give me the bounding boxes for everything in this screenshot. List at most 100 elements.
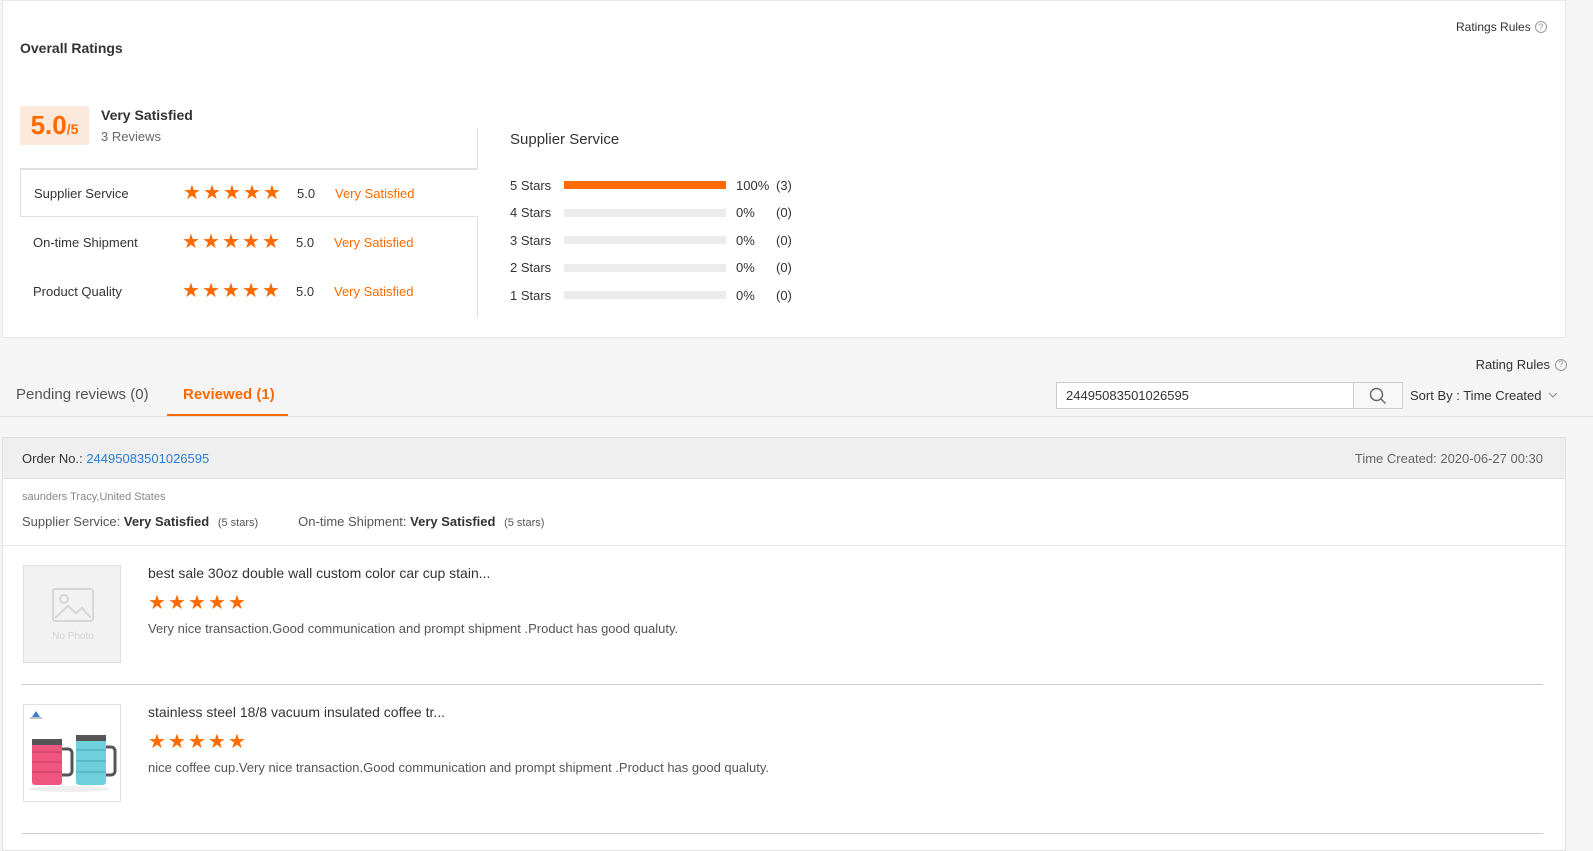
star-icon: ★ <box>188 731 206 753</box>
tab-reviewed[interactable]: Reviewed (1) <box>183 386 275 416</box>
star-icon: ★ <box>148 731 166 753</box>
overall-score-badge: 5.0 /5 <box>20 106 89 145</box>
sort-dropdown[interactable]: Sort By : Time Created <box>1410 388 1558 403</box>
metric-score: 5.0 <box>296 234 315 250</box>
product-stars: ★ ★ ★ ★ ★ <box>148 592 246 614</box>
distribution-bar-fill <box>564 181 726 189</box>
no-photo-text: No Photo <box>52 631 94 642</box>
star-icon: ★ <box>202 280 220 302</box>
search-icon <box>1369 387 1386 404</box>
order-card <box>2 437 1566 851</box>
rating-rules-link[interactable]: Rating Rules ? <box>1476 357 1567 372</box>
chevron-down-icon <box>1548 392 1557 398</box>
star-icon: ★ <box>168 592 186 614</box>
distribution-count: (0) <box>776 287 792 303</box>
overall-score: 5.0 <box>30 110 67 140</box>
metric-name: On-time Shipment <box>33 234 138 250</box>
distribution-percent: 0% <box>736 232 755 248</box>
distribution-row: 4 Stars 0% (0) <box>510 203 806 223</box>
metric-name: Product Quality <box>33 283 122 299</box>
metric-stars: ★ ★ ★ ★ ★ <box>182 280 280 302</box>
distribution-label: 1 Stars <box>510 287 552 303</box>
overall-review-count: 3 Reviews <box>101 129 161 144</box>
star-icon: ★ <box>242 280 260 302</box>
star-icon: ★ <box>188 592 206 614</box>
star-icon: ★ <box>182 231 200 253</box>
star-icon: ★ <box>183 182 201 204</box>
supplier-service-value: Very Satisfied <box>123 514 210 529</box>
shipment-stars: (5 stars) <box>504 517 545 529</box>
star-icon: ★ <box>262 280 280 302</box>
supplier-service-rating: Supplier Service: Very Satisfied (5 star… <box>22 514 258 529</box>
help-icon[interactable]: ? <box>1555 358 1567 371</box>
distribution-row: 5 Stars 100% (3) <box>510 175 806 195</box>
divider <box>2 545 1566 546</box>
metric-row[interactable]: On-time Shipment ★ ★ ★ ★ ★ 5.0 Very Satisfied <box>20 218 478 266</box>
distribution-percent: 0% <box>736 287 755 303</box>
star-icon: ★ <box>262 231 280 253</box>
product-title[interactable]: best sale 30oz double wall custom color … <box>148 565 490 581</box>
distribution-percent: 100% <box>736 177 770 193</box>
metric-stars: ★ ★ ★ ★ ★ <box>183 182 281 204</box>
metric-label: Very Satisfied <box>334 234 414 250</box>
distribution-row: 1 Stars 0% (0) <box>510 285 806 305</box>
supplier-service-stars: (5 stars) <box>217 517 259 529</box>
star-icon: ★ <box>263 182 281 204</box>
metric-name: Supplier Service <box>34 185 129 201</box>
divider <box>22 833 1543 834</box>
star-icon: ★ <box>208 592 226 614</box>
star-icon: ★ <box>168 731 186 753</box>
distribution-title: Supplier Service <box>510 131 620 148</box>
star-icon: ★ <box>203 182 221 204</box>
star-icon: ★ <box>182 280 200 302</box>
rating-rules-label[interactable]: Rating Rules <box>1476 357 1550 372</box>
distribution-row: 3 Stars 0% (0) <box>510 230 806 250</box>
distribution-bar <box>564 291 726 299</box>
distribution-bar <box>564 181 726 189</box>
metric-label: Very Satisfied <box>335 185 415 201</box>
product-title[interactable]: stainless steel 18/8 vacuum insulated co… <box>148 704 445 720</box>
star-icon: ★ <box>202 231 220 253</box>
star-icon: ★ <box>228 592 246 614</box>
star-icon: ★ <box>242 231 260 253</box>
distribution-count: (0) <box>776 260 792 275</box>
shipment-label: On-time Shipment: <box>298 514 407 529</box>
distribution-label: 5 Stars <box>510 177 552 193</box>
ratings-rules-label[interactable]: Ratings Rules <box>1456 20 1531 34</box>
distribution-count: (3) <box>776 177 792 193</box>
distribution-bar <box>564 208 726 217</box>
distribution-bar <box>564 263 726 272</box>
metric-row[interactable]: Supplier Service ★ ★ ★ ★ ★ 5.0 Very Satisfied <box>20 169 478 217</box>
order-header <box>2 437 1566 479</box>
star-icon: ★ <box>208 731 226 753</box>
distribution-row: 2 Stars 0% (0) <box>510 258 806 278</box>
review-comment: Very nice transaction.Good communication… <box>148 621 679 636</box>
star-icon: ★ <box>223 182 241 204</box>
sort-label[interactable]: Sort By : Time Created <box>1410 388 1542 403</box>
ratings-rules-link[interactable]: Ratings Rules ? <box>1456 20 1547 34</box>
divider <box>0 416 1593 417</box>
overall-score-max: /5 <box>66 121 79 137</box>
search-button[interactable] <box>1353 382 1403 409</box>
metric-row[interactable]: Product Quality ★ ★ ★ ★ ★ 5.0 Very Satisfied <box>20 267 478 315</box>
order-no-link[interactable]: 24495083501026595 <box>86 451 209 466</box>
metric-label: Very Satisfied <box>334 283 414 299</box>
help-icon[interactable]: ? <box>1534 21 1547 33</box>
distribution-count: (0) <box>776 205 792 220</box>
order-search-input[interactable] <box>1056 382 1354 409</box>
review-comment: nice coffee cup.Very nice transaction.Go… <box>148 760 769 775</box>
shipment-value: Very Satisfied <box>410 514 496 529</box>
star-icon: ★ <box>243 182 261 204</box>
star-icon: ★ <box>222 231 240 253</box>
supplier-service-label: Supplier Service: <box>22 514 121 529</box>
product-thumbnail[interactable]: No Photo <box>23 565 121 663</box>
product-thumbnail[interactable] <box>23 704 121 802</box>
metric-stars: ★ ★ ★ ★ ★ <box>182 231 280 253</box>
divider <box>22 684 1543 685</box>
star-icon: ★ <box>148 592 166 614</box>
buyer-info: saunders Tracy,United States <box>22 491 166 503</box>
tab-pending-reviews[interactable]: Pending reviews (0) <box>16 386 149 416</box>
shipment-rating: On-time Shipment: Very Satisfied (5 star… <box>298 514 544 529</box>
order-time-created: Time Created: 2020-06-27 00:30 <box>1354 451 1543 466</box>
order-no-label: Order No.: <box>22 451 83 466</box>
